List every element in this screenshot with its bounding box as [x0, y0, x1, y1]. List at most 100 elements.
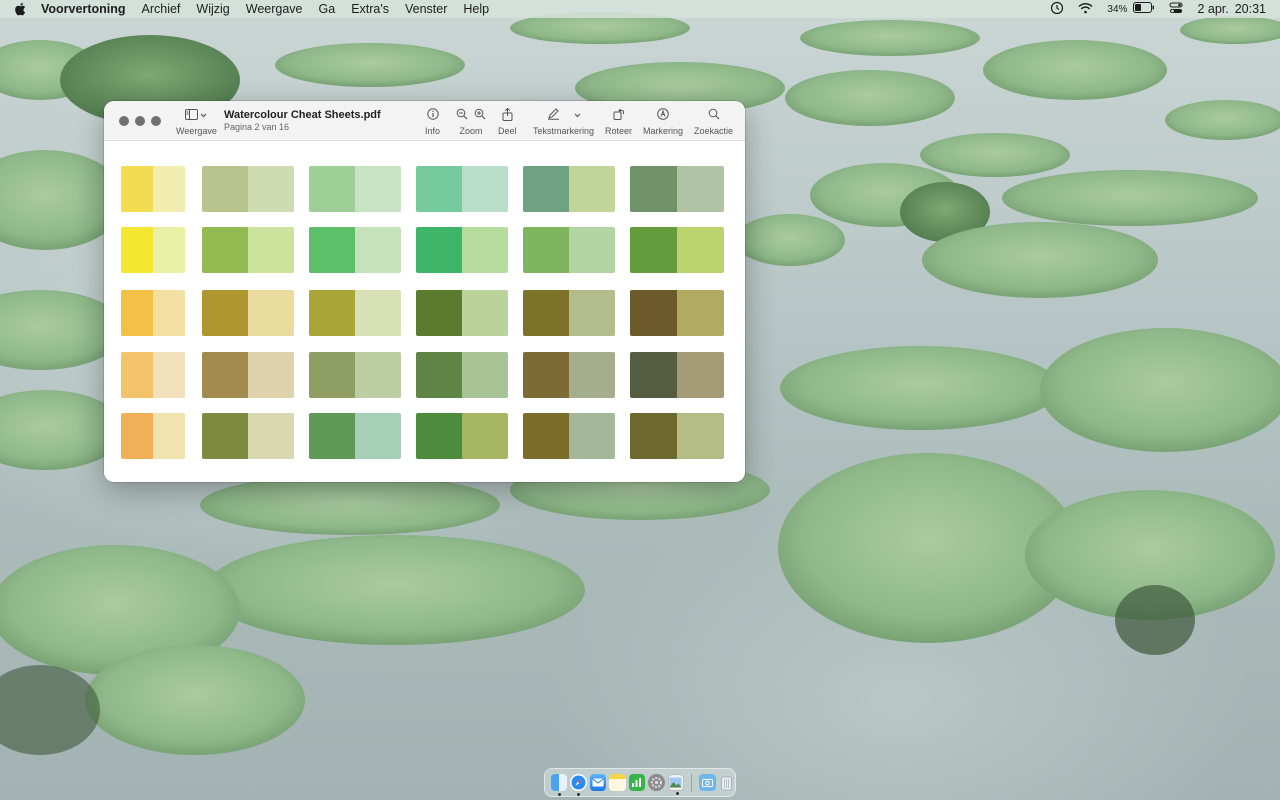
document-page[interactable]: [104, 142, 745, 482]
zoom-in-icon[interactable]: [474, 108, 486, 122]
color-swatch: [309, 290, 401, 336]
swatch-wash: [355, 227, 401, 273]
rotate-icon: [613, 108, 625, 122]
color-swatch: [309, 352, 401, 398]
color-swatch: [121, 352, 185, 398]
swatch-wash: [153, 166, 185, 212]
swatch-pigment: [630, 166, 677, 212]
mail-icon[interactable]: [589, 774, 607, 791]
swatch-pigment: [523, 166, 569, 212]
swatch-pigment: [309, 352, 355, 398]
info-label: Info: [425, 126, 441, 136]
swatch-wash: [569, 166, 615, 212]
swatch-pigment: [121, 290, 153, 336]
numbers-icon[interactable]: [628, 774, 646, 791]
view-menu-button[interactable]: Weergave: [176, 107, 217, 137]
minimize-window-button[interactable]: [135, 116, 145, 126]
swatch-wash: [248, 166, 294, 212]
color-swatch: [121, 290, 185, 336]
control-center-icon[interactable]: [1169, 1, 1183, 17]
swatch-wash: [248, 352, 294, 398]
swatch-pigment: [523, 413, 569, 459]
document-title[interactable]: Watercolour Cheat Sheets.pdf: [224, 109, 381, 121]
info-button[interactable]: Info: [425, 107, 440, 137]
swatch-wash: [569, 352, 615, 398]
view-label: Weergave: [176, 126, 217, 136]
share-icon: [502, 107, 513, 123]
rotate-button[interactable]: Roteer: [605, 107, 632, 137]
swatch-wash: [677, 413, 724, 459]
close-window-button[interactable]: [119, 116, 129, 126]
color-swatch: [416, 227, 508, 273]
system-settings-icon[interactable]: [648, 774, 665, 791]
swatch-wash: [153, 352, 185, 398]
color-swatch: [202, 352, 294, 398]
swatch-pigment: [630, 352, 677, 398]
color-swatch: [309, 413, 401, 459]
swatch-wash: [153, 290, 185, 336]
finder-icon[interactable]: [551, 774, 568, 796]
zoom-out-icon[interactable]: [456, 108, 468, 122]
menu-help[interactable]: Help: [463, 0, 489, 18]
color-swatch: [416, 413, 508, 459]
swatch-pigment: [309, 166, 355, 212]
fullscreen-window-button[interactable]: [151, 116, 161, 126]
screenshot-folder-icon[interactable]: [699, 774, 716, 791]
menu-app-name[interactable]: Voorvertoning: [41, 0, 126, 18]
zoom-controls[interactable]: Zoom: [456, 107, 486, 137]
menu-archief[interactable]: Archief: [142, 0, 181, 18]
rotate-label: Roteer: [605, 126, 633, 136]
info-icon: [426, 108, 439, 122]
preview-window: Weergave Watercolour Cheat Sheets.pdf Pa…: [104, 101, 745, 482]
swatch-wash: [153, 227, 185, 273]
text-markup-button[interactable]: Tekstmarkering: [533, 107, 594, 137]
menu-bar: Voorvertoning Archief Wijzig Weergave Ga…: [0, 0, 1280, 18]
time-machine-icon[interactable]: [1050, 1, 1064, 18]
color-swatch: [202, 227, 294, 273]
preview-icon[interactable]: [667, 774, 685, 795]
color-swatch: [416, 352, 508, 398]
swatch-wash: [569, 227, 615, 273]
swatch-wash: [677, 227, 724, 273]
menu-ga[interactable]: Ga: [319, 0, 336, 18]
dock-separator: [691, 773, 693, 792]
color-swatch: [523, 352, 615, 398]
markup-button[interactable]: Markering: [643, 107, 683, 137]
trash-icon[interactable]: [719, 774, 735, 791]
swatch-wash: [462, 227, 508, 273]
battery-percent: 34%: [1107, 3, 1128, 15]
battery-icon[interactable]: [1133, 2, 1155, 16]
swatch-pigment: [121, 166, 153, 212]
notes-icon[interactable]: [609, 774, 626, 791]
swatch-pigment: [416, 352, 462, 398]
safari-icon[interactable]: [570, 774, 587, 796]
text-markup-label: Tekstmarkering: [533, 126, 595, 136]
swatch-wash: [153, 413, 185, 459]
share-label: Deel: [498, 126, 517, 136]
menu-venster[interactable]: Venster: [405, 0, 447, 18]
swatch-pigment: [523, 352, 569, 398]
color-swatch: [630, 290, 724, 336]
swatch-wash: [355, 290, 401, 336]
page-indicator: Pagina 2 van 16: [224, 122, 290, 132]
swatch-pigment: [523, 290, 569, 336]
color-swatch: [523, 413, 615, 459]
menu-extras[interactable]: Extra's: [351, 0, 389, 18]
menu-weergave[interactable]: Weergave: [246, 0, 303, 18]
wifi-icon[interactable]: [1078, 2, 1093, 17]
chevron-down-icon[interactable]: [574, 110, 581, 120]
menu-time[interactable]: 20:31: [1235, 2, 1266, 16]
color-swatch: [309, 227, 401, 273]
apple-logo-icon[interactable]: [14, 1, 28, 17]
swatch-wash: [355, 352, 401, 398]
swatch-pigment: [121, 227, 153, 273]
share-button[interactable]: Deel: [498, 107, 517, 137]
swatch-pigment: [309, 227, 355, 273]
swatch-wash: [248, 227, 294, 273]
swatch-pigment: [121, 352, 153, 398]
color-swatch: [630, 227, 724, 273]
swatch-wash: [677, 290, 724, 336]
menu-date[interactable]: 2 apr.: [1197, 2, 1228, 16]
search-button[interactable]: Zoekactie: [694, 107, 733, 137]
menu-wijzig[interactable]: Wijzig: [196, 0, 229, 18]
